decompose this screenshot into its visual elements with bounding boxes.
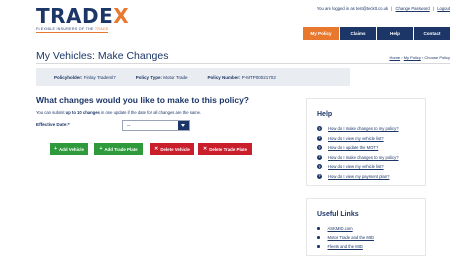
useful-links-panel: Useful Links ASKMID.com Motor Trade and … bbox=[306, 198, 426, 256]
help-link[interactable]: How do I view my vehicle list? bbox=[328, 164, 384, 169]
question-icon: ? bbox=[317, 173, 322, 179]
chevron-down-icon[interactable] bbox=[178, 121, 189, 130]
useful-link[interactable]: ASKMID.com bbox=[328, 226, 353, 231]
help-link[interactable]: How do I update the MOT? bbox=[328, 145, 378, 150]
useful-links-list: ASKMID.com Motor Trade and the MID Fleet… bbox=[307, 224, 425, 251]
changes-intro: You can submit up to 10 changes in one u… bbox=[36, 110, 202, 115]
tradex-logo[interactable]: TRADEX FLEXIBLE INSURERS OF THE TRADE bbox=[36, 6, 129, 33]
breadcrumb-current: Choose Policy bbox=[424, 55, 450, 60]
question-icon: ? bbox=[317, 154, 322, 160]
help-item[interactable]: ? How do I view my vehicle list? bbox=[317, 162, 425, 172]
help-item[interactable]: ? How do I view my vehicle list? bbox=[317, 134, 425, 144]
useful-link[interactable]: Fleets and the MID bbox=[328, 244, 363, 249]
bullet-icon bbox=[317, 227, 320, 230]
cross-icon: ✕ bbox=[202, 146, 208, 152]
useful-link-item[interactable]: Fleets and the MID bbox=[317, 242, 425, 251]
help-item[interactable]: ? How do I view my payment plan? bbox=[317, 172, 425, 182]
breadcrumb-my-policy[interactable]: My Policy bbox=[404, 55, 421, 60]
plus-icon: + bbox=[99, 146, 103, 152]
useful-links-title: Useful Links bbox=[317, 211, 359, 218]
policy-summary-band: Policyholder: Finlay Trademl7 Policy Typ… bbox=[36, 68, 350, 86]
nav-tab-my-policy[interactable]: My Policy bbox=[303, 27, 339, 40]
question-icon: ? bbox=[317, 135, 322, 141]
help-link[interactable]: How do I make changes to my policy? bbox=[328, 126, 399, 131]
help-item[interactable]: ? How do I make changes to my policy? bbox=[317, 153, 425, 163]
nav-tab-help[interactable]: Help bbox=[377, 27, 413, 40]
main-nav: My Policy Claims Help Contact bbox=[302, 27, 450, 40]
useful-link-item[interactable]: ASKMID.com bbox=[317, 224, 425, 233]
policy-type-info: Policy Type: Motor Trade bbox=[135, 74, 188, 80]
question-icon: ? bbox=[317, 145, 322, 151]
useful-link[interactable]: Motor Trade and the MID bbox=[328, 235, 375, 240]
account-bar: You are logged in as test@tecktt.co.uk |… bbox=[316, 6, 450, 11]
help-panel: Help ? How do I make changes to my policy… bbox=[306, 98, 426, 186]
plus-icon: + bbox=[54, 146, 58, 152]
effective-date-label: Effective Date:* bbox=[36, 122, 70, 127]
changes-heading: What changes would you like to make to t… bbox=[36, 95, 250, 105]
help-link[interactable]: How do I view my payment plan? bbox=[328, 174, 389, 179]
effective-date-value: -- bbox=[127, 123, 131, 129]
cross-icon: ✕ bbox=[154, 146, 159, 152]
policyholder-info: Policyholder: Finlay Trademl7 bbox=[54, 74, 116, 80]
bullet-icon bbox=[317, 245, 320, 248]
policy-number-info: Policy Number: P-MTP00021702 bbox=[207, 74, 276, 80]
effective-date-select[interactable]: -- bbox=[122, 120, 190, 131]
help-title: Help bbox=[317, 111, 333, 118]
logged-in-text: You are logged in as test@tecktt.co.uk bbox=[316, 6, 389, 11]
logout-link[interactable]: Logout bbox=[437, 6, 450, 11]
add-vehicle-button[interactable]: + Add Vehicle bbox=[50, 143, 88, 155]
help-link[interactable]: How do I make changes to my policy? bbox=[328, 155, 399, 160]
useful-link-item[interactable]: Motor Trade and the MID bbox=[317, 233, 425, 242]
help-list: ? How do I make changes to my policy? ? Ho… bbox=[307, 124, 425, 181]
page-title: My Vehicles: Make Changes bbox=[36, 50, 169, 62]
breadcrumb: Home › My Policy › Choose Policy bbox=[389, 55, 450, 60]
add-trade-plate-button[interactable]: + Add Trade Plate bbox=[94, 143, 143, 155]
delete-trade-plate-button[interactable]: ✕ Delete Trade Plate bbox=[198, 143, 252, 155]
delete-vehicle-button[interactable]: ✕ Delete Vehicle bbox=[150, 143, 194, 155]
help-item[interactable]: ? How do I update the MOT? bbox=[317, 143, 425, 153]
nav-tab-contact[interactable]: Contact bbox=[414, 27, 450, 40]
logo-wordmark: TRADEX bbox=[36, 4, 130, 28]
breadcrumb-home[interactable]: Home bbox=[389, 55, 400, 60]
nav-tab-claims[interactable]: Claims bbox=[340, 27, 376, 40]
question-icon: ? bbox=[317, 164, 322, 170]
bullet-icon bbox=[317, 236, 320, 239]
question-icon: ? bbox=[317, 126, 322, 132]
help-link[interactable]: How do I view my vehicle list? bbox=[328, 136, 384, 141]
change-password-link[interactable]: Change Password bbox=[396, 6, 430, 11]
logo-underline bbox=[36, 32, 108, 33]
title-divider bbox=[36, 63, 450, 64]
help-item[interactable]: ? How do I make changes to my policy? bbox=[317, 124, 425, 134]
